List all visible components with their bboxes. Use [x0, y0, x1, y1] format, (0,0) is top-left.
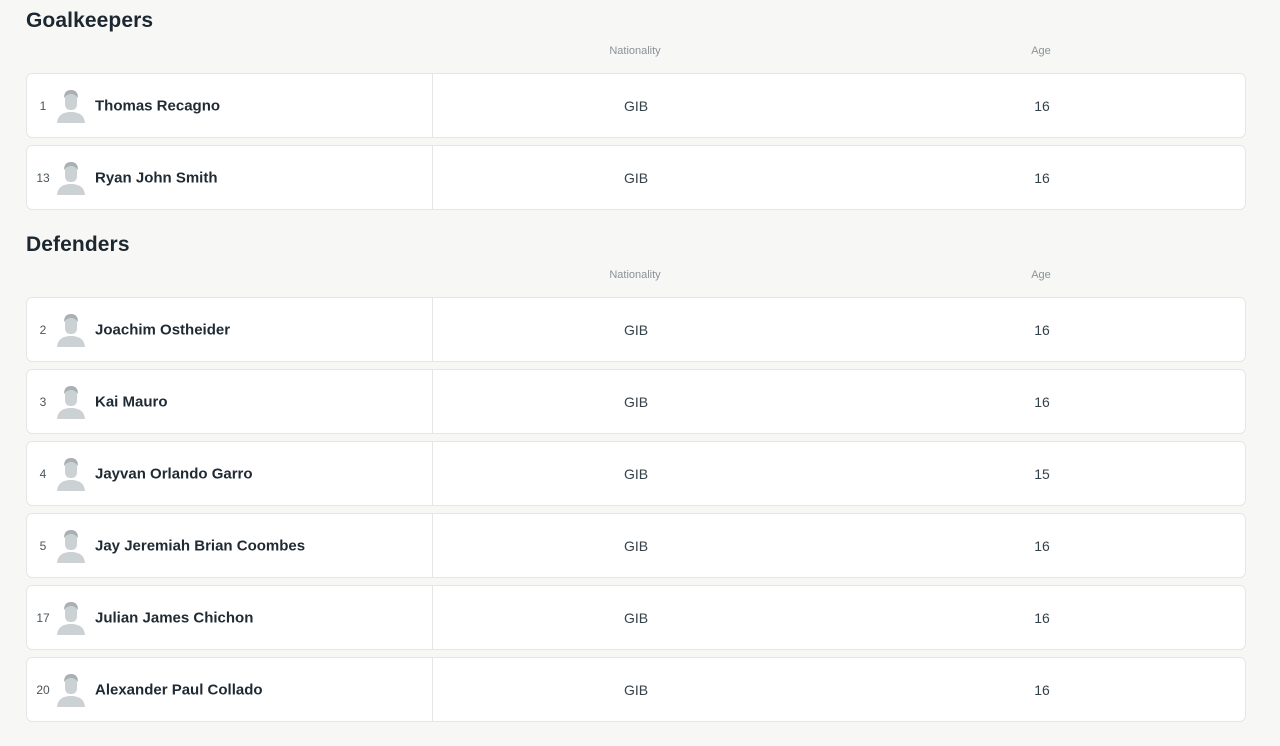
player-age: 16	[1034, 169, 1050, 186]
column-header-nationality: Nationality	[609, 269, 661, 281]
column-header-nationality: Nationality	[609, 45, 661, 57]
player-row[interactable]: 2 Joachim Ostheider GIB 16	[26, 297, 1246, 362]
section-title-defenders: Defenders	[26, 233, 130, 256]
player-nationality: GIB	[623, 97, 649, 114]
player-nationality: GIB	[623, 465, 649, 482]
column-divider	[432, 658, 433, 721]
person-silhouette-icon	[56, 601, 86, 635]
player-nationality: GIB	[623, 321, 649, 338]
column-divider	[432, 146, 433, 209]
player-name[interactable]: Alexander Paul Collado	[95, 681, 263, 698]
player-row[interactable]: 4 Jayvan Orlando Garro GIB 15	[26, 441, 1246, 506]
person-silhouette-icon	[56, 673, 86, 707]
player-row[interactable]: 3 Kai Mauro GIB 16	[26, 369, 1246, 434]
player-row[interactable]: 13 Ryan John Smith GIB 16	[26, 145, 1246, 210]
player-name[interactable]: Kai Mauro	[95, 393, 168, 410]
player-age: 16	[1034, 393, 1050, 410]
player-name[interactable]: Jay Jeremiah Brian Coombes	[95, 537, 305, 554]
player-age: 16	[1034, 537, 1050, 554]
person-silhouette-icon	[56, 529, 86, 563]
player-nationality: GIB	[623, 681, 649, 698]
player-name[interactable]: Ryan John Smith	[95, 169, 218, 186]
squad-page: Goalkeepers Nationality Age 1 Thomas Rec…	[0, 0, 1280, 746]
player-number: 20	[36, 682, 50, 697]
player-number: 17	[36, 610, 50, 625]
player-number: 5	[39, 538, 47, 553]
column-header-age: Age	[1031, 269, 1051, 281]
person-silhouette-icon	[56, 313, 86, 347]
player-age: 16	[1034, 97, 1050, 114]
player-row[interactable]: 20 Alexander Paul Collado GIB 16	[26, 657, 1246, 722]
column-divider	[432, 74, 433, 137]
column-divider	[432, 298, 433, 361]
player-row[interactable]: 5 Jay Jeremiah Brian Coombes GIB 16	[26, 513, 1246, 578]
player-age: 15	[1034, 465, 1050, 482]
player-number: 13	[36, 170, 50, 185]
player-name[interactable]: Jayvan Orlando Garro	[95, 465, 253, 482]
person-silhouette-icon	[56, 89, 86, 123]
person-silhouette-icon	[56, 161, 86, 195]
column-header-age: Age	[1031, 45, 1051, 57]
player-nationality: GIB	[623, 537, 649, 554]
player-name[interactable]: Joachim Ostheider	[95, 321, 230, 338]
player-age: 16	[1034, 321, 1050, 338]
player-age: 16	[1034, 609, 1050, 626]
player-nationality: GIB	[623, 169, 649, 186]
person-silhouette-icon	[56, 457, 86, 491]
person-silhouette-icon	[56, 385, 86, 419]
player-number: 1	[39, 98, 47, 113]
player-nationality: GIB	[623, 609, 649, 626]
player-number: 2	[39, 322, 47, 337]
player-age: 16	[1034, 681, 1050, 698]
column-divider	[432, 514, 433, 577]
column-divider	[432, 370, 433, 433]
player-name[interactable]: Julian James Chichon	[95, 609, 253, 626]
player-number: 4	[39, 466, 47, 481]
player-nationality: GIB	[623, 393, 649, 410]
player-row[interactable]: 1 Thomas Recagno GIB 16	[26, 73, 1246, 138]
player-row[interactable]: 17 Julian James Chichon GIB 16	[26, 585, 1246, 650]
section-title-goalkeepers: Goalkeepers	[26, 9, 154, 32]
player-number: 3	[39, 394, 47, 409]
player-name[interactable]: Thomas Recagno	[95, 97, 220, 114]
column-divider	[432, 442, 433, 505]
column-divider	[432, 586, 433, 649]
